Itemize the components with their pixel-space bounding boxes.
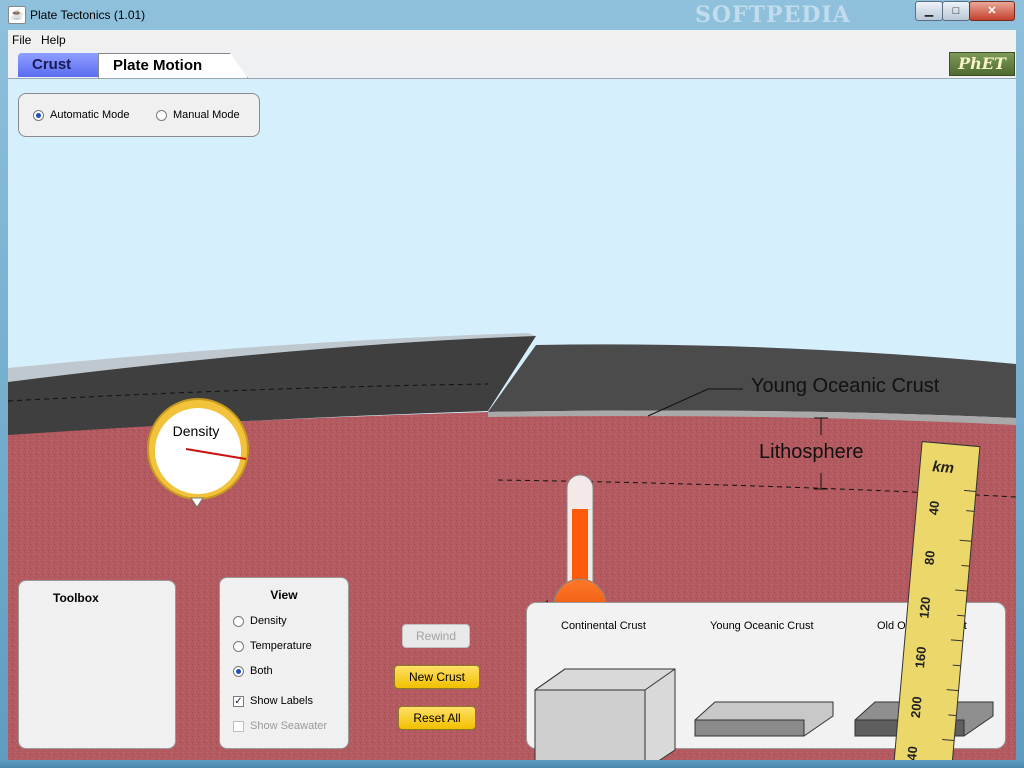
view-both-radio[interactable] — [233, 666, 244, 677]
java-app-icon: ☕ — [8, 6, 26, 24]
title-bar[interactable]: ☕ Plate Tectonics (1.01) SOFTPEDIA ▁ □ ✕ — [0, 0, 1024, 30]
ruler-tick-120: 120 — [916, 596, 934, 619]
ruler-tick-40: 40 — [925, 500, 943, 516]
show-seawater-label: Show Seawater — [250, 720, 328, 732]
lithosphere-label: Lithosphere — [759, 441, 864, 463]
reset-all-button[interactable]: Reset All — [398, 706, 476, 730]
rewind-button: Rewind — [402, 624, 470, 648]
view-title: View — [270, 588, 298, 602]
mode-panel: Automatic Mode Manual Mode — [18, 93, 260, 137]
young-oceanic-crust-option-label: Young Oceanic Crust — [710, 620, 814, 632]
automatic-mode-label[interactable]: Automatic Mode — [50, 109, 129, 121]
window-title: Plate Tectonics (1.01) — [30, 8, 146, 22]
tab-crust[interactable]: Crust — [18, 53, 98, 77]
view-temperature-radio[interactable] — [233, 641, 244, 652]
density-meter-label: Density — [172, 423, 220, 439]
manual-mode-label[interactable]: Manual Mode — [173, 109, 240, 121]
phet-logo: PhET — [949, 52, 1015, 76]
ruler-tick-160: 160 — [912, 645, 929, 669]
view-temperature-label[interactable]: Temperature — [250, 640, 312, 652]
client-area: File Help Crust Plate Motion PhET Contin… — [8, 30, 1016, 760]
softpedia-watermark: SOFTPEDIA — [695, 2, 851, 28]
minimize-button[interactable]: ▁ — [915, 1, 943, 21]
view-density-radio[interactable] — [233, 616, 244, 627]
menu-bar: File Help — [8, 30, 1016, 50]
view-both-label[interactable]: Both — [250, 665, 273, 677]
toolbox-panel[interactable]: Toolbox — [18, 580, 176, 749]
show-labels-checkbox[interactable]: ✓ — [233, 696, 244, 707]
view-density-label[interactable]: Density — [250, 615, 287, 627]
close-button[interactable]: ✕ — [969, 1, 1015, 21]
show-labels-label[interactable]: Show Labels — [250, 695, 313, 707]
new-crust-button[interactable]: New Crust — [394, 665, 480, 689]
toolbox-title: Toolbox — [53, 591, 99, 605]
ruler-tick-80: 80 — [921, 549, 938, 566]
menu-file[interactable]: File — [12, 33, 31, 47]
view-panel: View Density Temperature Both ✓ Show Lab… — [219, 577, 349, 749]
ruler-tick-200: 200 — [907, 695, 925, 719]
menu-help[interactable]: Help — [41, 33, 66, 47]
continental-crust-label: Continental Crust — [561, 620, 646, 632]
tab-plate-motion[interactable]: Plate Motion — [98, 53, 248, 78]
manual-mode-radio[interactable] — [156, 110, 167, 121]
young-oceanic-crust-label: Young Oceanic Crust — [751, 375, 940, 397]
ruler-unit: km — [931, 458, 955, 478]
window-bottom-border — [0, 760, 1024, 768]
ruler-tick-240: 240 — [903, 745, 921, 760]
automatic-mode-radio[interactable] — [33, 110, 44, 121]
show-seawater-checkbox — [233, 721, 244, 732]
maximize-button[interactable]: □ — [942, 1, 970, 21]
app-window: ☕ Plate Tectonics (1.01) SOFTPEDIA ▁ □ ✕… — [0, 0, 1024, 768]
simulation-canvas[interactable]: Continental Crust Young Oceanic Crust Ol… — [8, 79, 1016, 760]
tab-bar: Crust Plate Motion PhET — [8, 50, 1016, 79]
